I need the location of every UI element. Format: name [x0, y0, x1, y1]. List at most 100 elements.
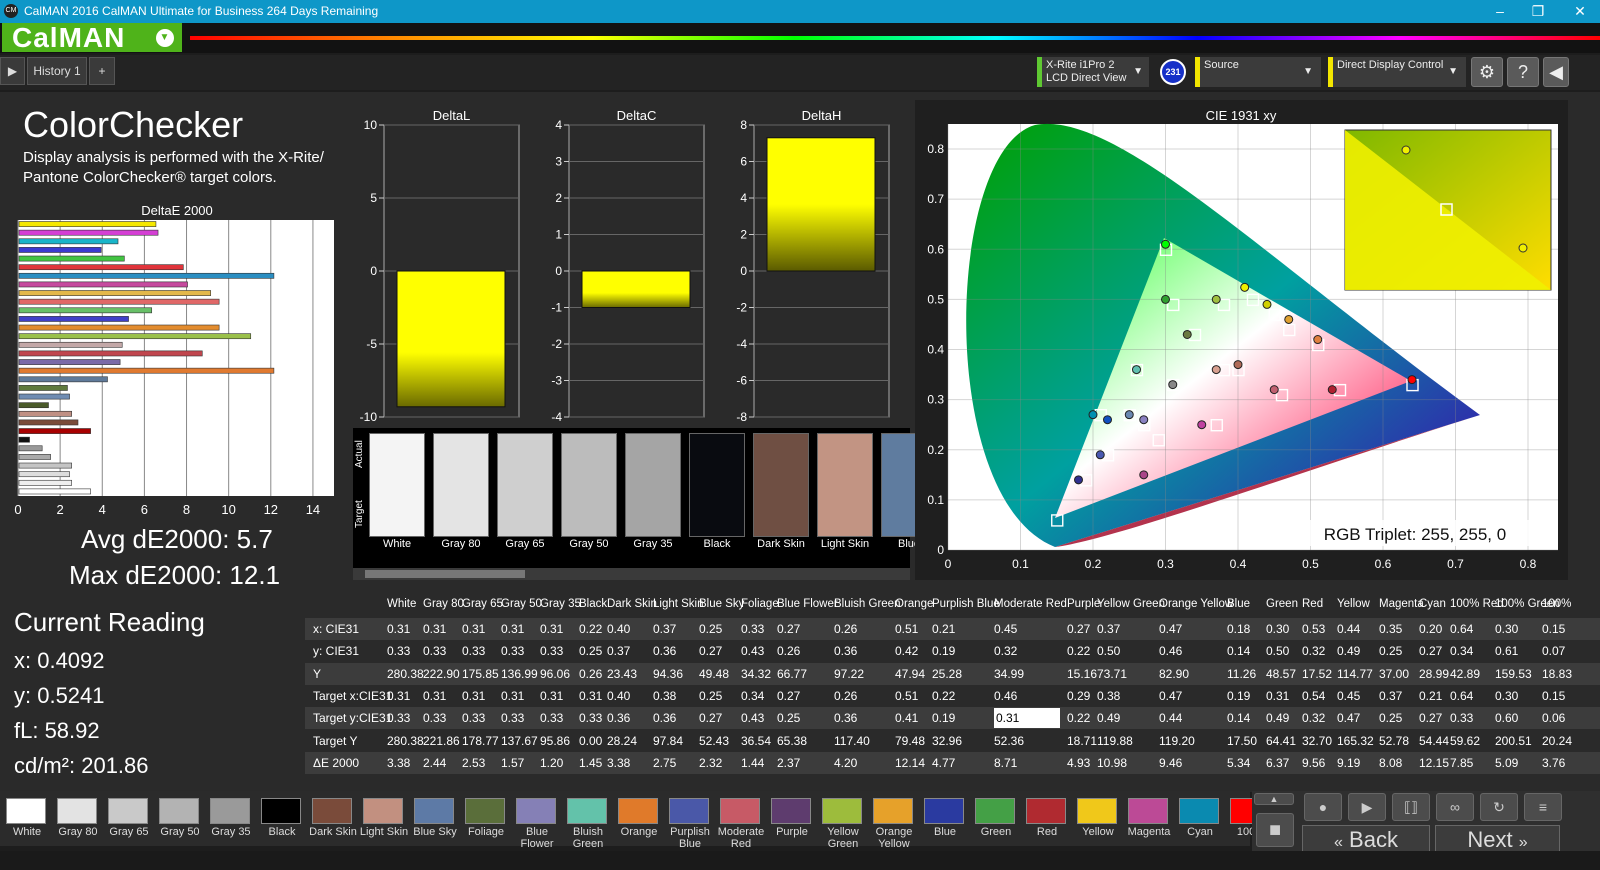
add-tab-button[interactable]: + [89, 57, 115, 85]
swatch-button[interactable]: Gray 35 [206, 796, 252, 842]
options-icon[interactable]: ≡ [1524, 793, 1562, 821]
play-icon[interactable]: ▶ [0, 57, 25, 85]
swatch-button[interactable]: Magenta [1124, 796, 1170, 842]
read-icon[interactable]: ▶ [1348, 793, 1386, 821]
table-cell: 20.24 [1542, 733, 1573, 748]
help-icon[interactable]: ? [1507, 57, 1539, 87]
read-series-icon[interactable]: ⟦⟧ [1392, 793, 1430, 821]
table-cell: 0.45 [994, 622, 1018, 636]
swatch-button[interactable]: Dark Skin [308, 796, 357, 842]
table-cell: 0.31 [540, 622, 564, 636]
swatch-button[interactable]: Gray 50 [155, 796, 201, 842]
swatch-button[interactable]: Red [1022, 796, 1068, 842]
refresh-icon[interactable]: ↻ [1480, 793, 1518, 821]
table-cell: 0.25 [777, 711, 801, 726]
swatch-button[interactable]: Gray 65 [104, 796, 150, 842]
continuous-icon[interactable]: ∞ [1436, 793, 1474, 821]
swatch-button[interactable]: Yellow Green [818, 796, 864, 850]
patch-swatch[interactable] [689, 433, 745, 537]
stop-icon[interactable]: ■ [1256, 813, 1294, 847]
source-select[interactable]: Source ▼ [1195, 57, 1321, 87]
tab-history-1[interactable]: History 1 [27, 57, 87, 85]
patch-swatch[interactable] [817, 433, 873, 537]
patch-scrollbar[interactable] [353, 568, 910, 580]
cie-actual-point [1074, 475, 1083, 485]
swatch-button[interactable]: Moderate Red [716, 796, 764, 850]
table-cell: 66.77 [777, 666, 808, 681]
column-header: Light Skin [653, 598, 704, 610]
table-cell: 82.90 [1159, 666, 1190, 681]
close-button[interactable]: ✕ [1560, 1, 1600, 21]
swatch-button[interactable]: Purple [767, 796, 813, 842]
table-cell: 0.31 [423, 622, 447, 636]
table-cell: 0.31 [387, 688, 411, 703]
deltae-2000-chart: DeltaE 2000 0 2 4 6 8 10 12 14 [14, 203, 334, 517]
settings-gear-icon[interactable]: ⚙ [1471, 57, 1503, 87]
scroll-thumb[interactable] [365, 570, 525, 578]
swatch-button[interactable]: Blue Sky [410, 796, 457, 842]
patch-swatch[interactable] [625, 433, 681, 537]
table-cell: 0.19 [932, 644, 956, 659]
table-cell: 0.32 [994, 644, 1018, 659]
table-cell: 18.83 [1542, 666, 1573, 681]
swatch-button[interactable]: Foliage [461, 796, 507, 842]
swatch-button[interactable]: Green [971, 796, 1017, 842]
delta-tick-label: 6 [740, 155, 747, 169]
meter-select[interactable]: X-Rite i1Pro 2 LCD Direct View ▼ [1037, 57, 1149, 87]
patch-swatch[interactable] [433, 433, 489, 537]
table-cell: 0.31 [501, 688, 525, 703]
title-bar: CM CalMAN 2016 CalMAN Ultimate for Busin… [0, 0, 1600, 23]
back-label: Back [1349, 827, 1398, 852]
swatch-color [669, 798, 709, 824]
swatch-color [771, 798, 811, 824]
swatch-button[interactable]: Black [257, 796, 303, 842]
window-title: CalMAN 2016 CalMAN Ultimate for Business… [24, 4, 379, 18]
swatch-button[interactable]: Bluish Green [563, 796, 609, 850]
display-control-select[interactable]: Direct Display Control ▼ [1328, 57, 1466, 87]
swatch-button[interactable]: Blue [920, 796, 966, 842]
deltae-bar [18, 445, 43, 452]
swatch-button[interactable]: Orange [614, 796, 660, 842]
table-row: Target Y 280.38 221.86 178.77 137.67 95.86 0.0… [305, 730, 1600, 752]
swatch-button[interactable]: Cyan [1175, 796, 1221, 842]
table-cell: 1.45 [579, 755, 603, 770]
patch-swatch[interactable] [369, 433, 425, 537]
swatch-button[interactable]: Light Skin [359, 796, 408, 842]
table-cell: 0.47 [1159, 622, 1183, 636]
swatch-button[interactable]: Blue Flower [512, 796, 558, 850]
table-cell-selected[interactable]: 0.31 [994, 708, 1060, 729]
swatch-button[interactable]: Yellow [1073, 796, 1119, 842]
deltae-bar [18, 255, 125, 262]
collapse-left-icon[interactable]: ◀ [1543, 57, 1569, 87]
table-cell: 94.36 [653, 666, 684, 681]
patch-swatch[interactable] [753, 433, 809, 537]
calman-menu-button[interactable]: CalMAN ▼ [2, 23, 182, 52]
swatch-color [159, 798, 199, 824]
swatch-label: Yellow [1082, 826, 1114, 838]
swatch-label: Foliage [467, 826, 505, 838]
table-cell: 0.31 [579, 688, 603, 703]
scroll-up-icon[interactable]: ▲ [1254, 793, 1294, 805]
swatch-button[interactable]: Orange Yellow [869, 796, 915, 850]
swatch-button[interactable]: White [2, 796, 48, 842]
maximize-button[interactable]: ❐ [1518, 1, 1558, 21]
minimize-button[interactable]: – [1480, 1, 1520, 21]
cie-actual-point [1197, 420, 1207, 430]
table-cell: 47.94 [895, 666, 926, 681]
patch-swatch[interactable] [497, 433, 553, 537]
table-cell: 8.71 [994, 755, 1018, 770]
table-cell: 0.26 [579, 666, 603, 681]
row-label: Target x:CIE31 [313, 688, 393, 703]
swatch-color [873, 798, 913, 824]
reading-cdm2: cd/m²: 201.86 [14, 753, 149, 778]
deltae-bar [18, 324, 220, 331]
column-header: Blue Sky [699, 598, 745, 610]
patch-swatch[interactable] [561, 433, 617, 537]
stop-measure-icon[interactable]: ● [1304, 793, 1342, 821]
swatch-label: Blue [933, 826, 957, 838]
table-cell: 114.77 [1337, 666, 1373, 681]
table-cell: 95.86 [540, 733, 571, 748]
table-cell: 0.33 [462, 711, 486, 726]
swatch-button[interactable]: Purplish Blue [665, 796, 711, 850]
swatch-button[interactable]: Gray 80 [53, 796, 99, 842]
